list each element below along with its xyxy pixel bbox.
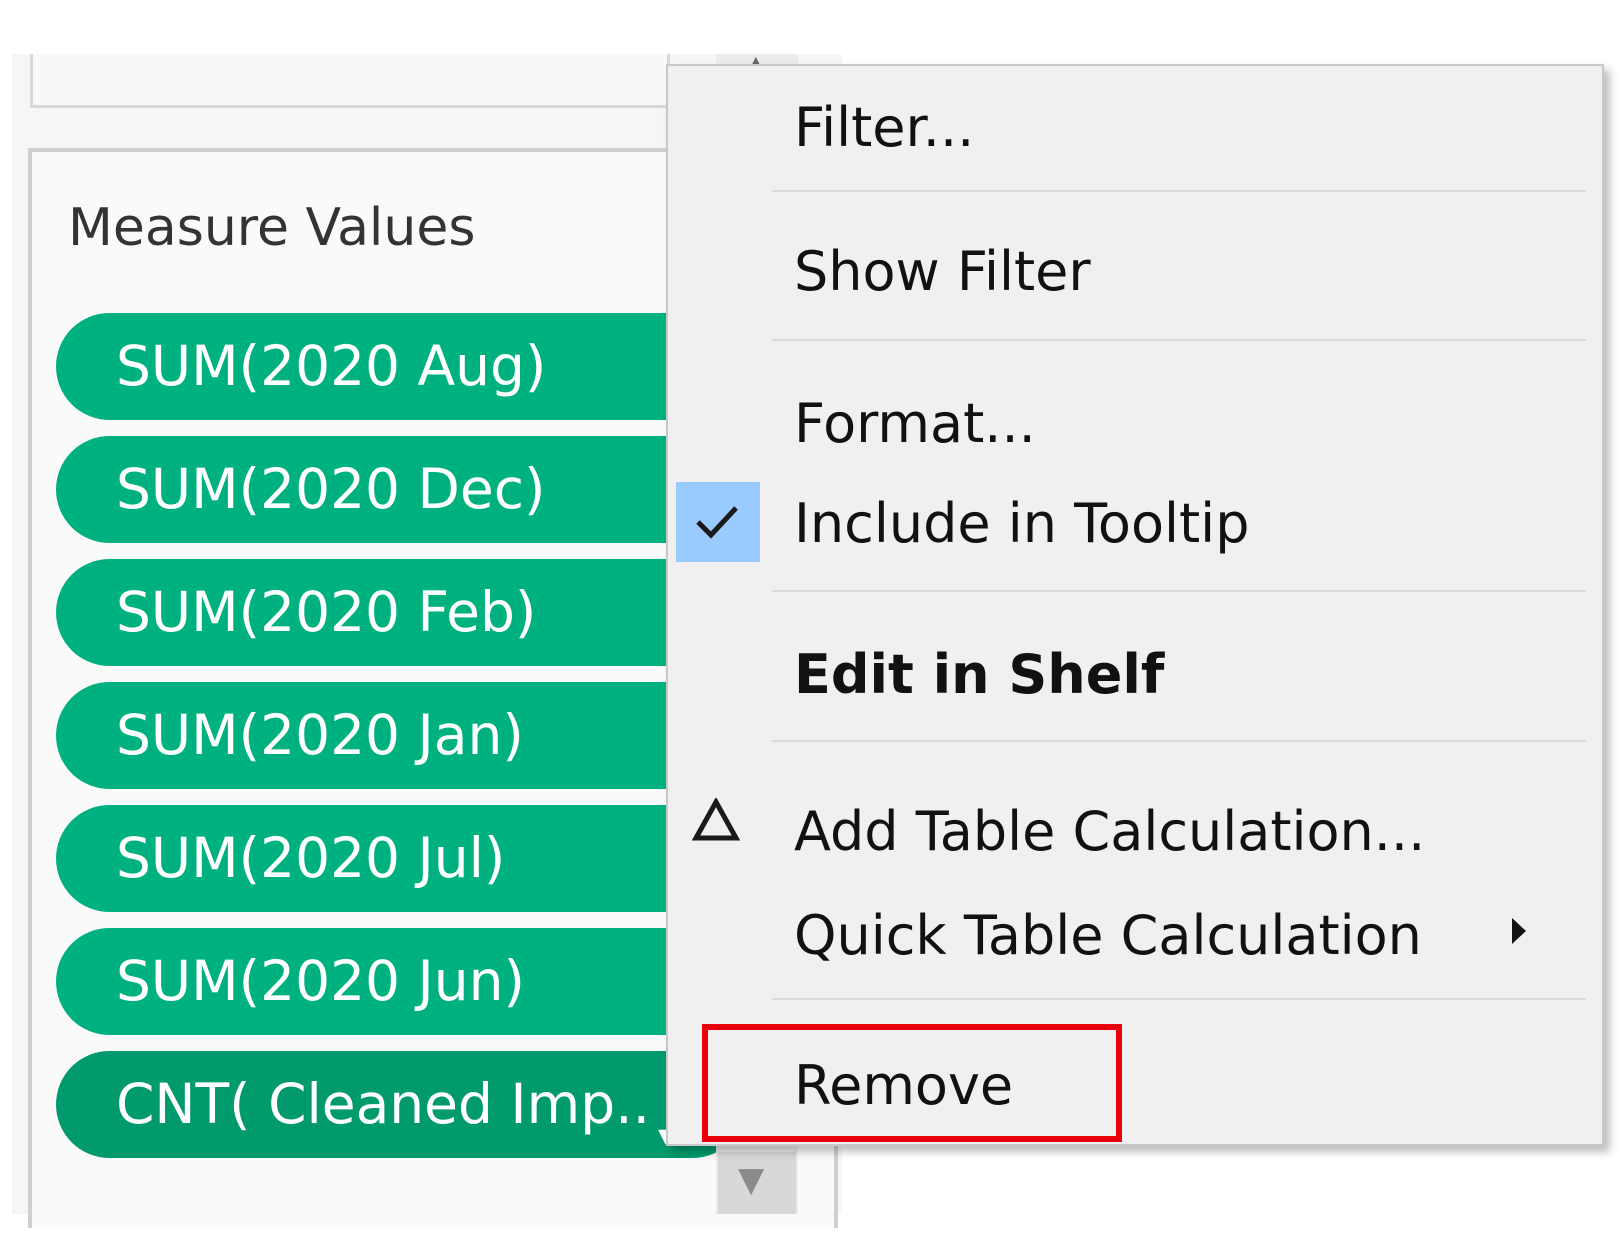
measure-values-title: Measure Values	[68, 198, 476, 258]
menu-separator	[772, 740, 1586, 742]
delta-icon	[692, 798, 740, 841]
measure-pill[interactable]: SUM(2020 Jan)	[56, 682, 746, 789]
menu-item-add-table-calculation[interactable]: Add Table Calculation...	[794, 800, 1425, 863]
menu-item-include-in-tooltip[interactable]: Include in Tooltip	[794, 492, 1249, 555]
scroll-down-arrow-icon[interactable]: ▼	[738, 1160, 764, 1200]
measure-pill[interactable]: SUM(2020 Feb)	[56, 559, 746, 666]
menu-item-format[interactable]: Format...	[794, 392, 1036, 455]
submenu-arrow-icon	[1512, 918, 1526, 944]
menu-separator	[772, 998, 1586, 1000]
checkmark-icon	[696, 506, 738, 539]
menu-separator	[772, 590, 1586, 592]
menu-item-show-filter[interactable]: Show Filter	[794, 240, 1091, 303]
menu-item-edit-in-shelf[interactable]: Edit in Shelf	[794, 643, 1164, 706]
measure-pill[interactable]: SUM(2020 Dec)	[56, 436, 746, 543]
remove-highlight-box	[702, 1024, 1122, 1142]
menu-separator	[772, 190, 1586, 192]
measure-pill-selected[interactable]: CNT( Cleaned Imp..	[56, 1051, 746, 1158]
menu-item-quick-table-calculation[interactable]: Quick Table Calculation	[794, 904, 1422, 967]
context-menu	[666, 64, 1604, 1146]
measure-pill[interactable]: SUM(2020 Jun)	[56, 928, 746, 1035]
measure-pill[interactable]: SUM(2020 Aug)	[56, 313, 746, 420]
menu-item-filter[interactable]: Filter...	[794, 96, 974, 159]
menu-separator	[772, 339, 1586, 341]
measure-pill[interactable]: SUM(2020 Jul)	[56, 805, 746, 912]
upper-shelf-card	[30, 54, 670, 108]
